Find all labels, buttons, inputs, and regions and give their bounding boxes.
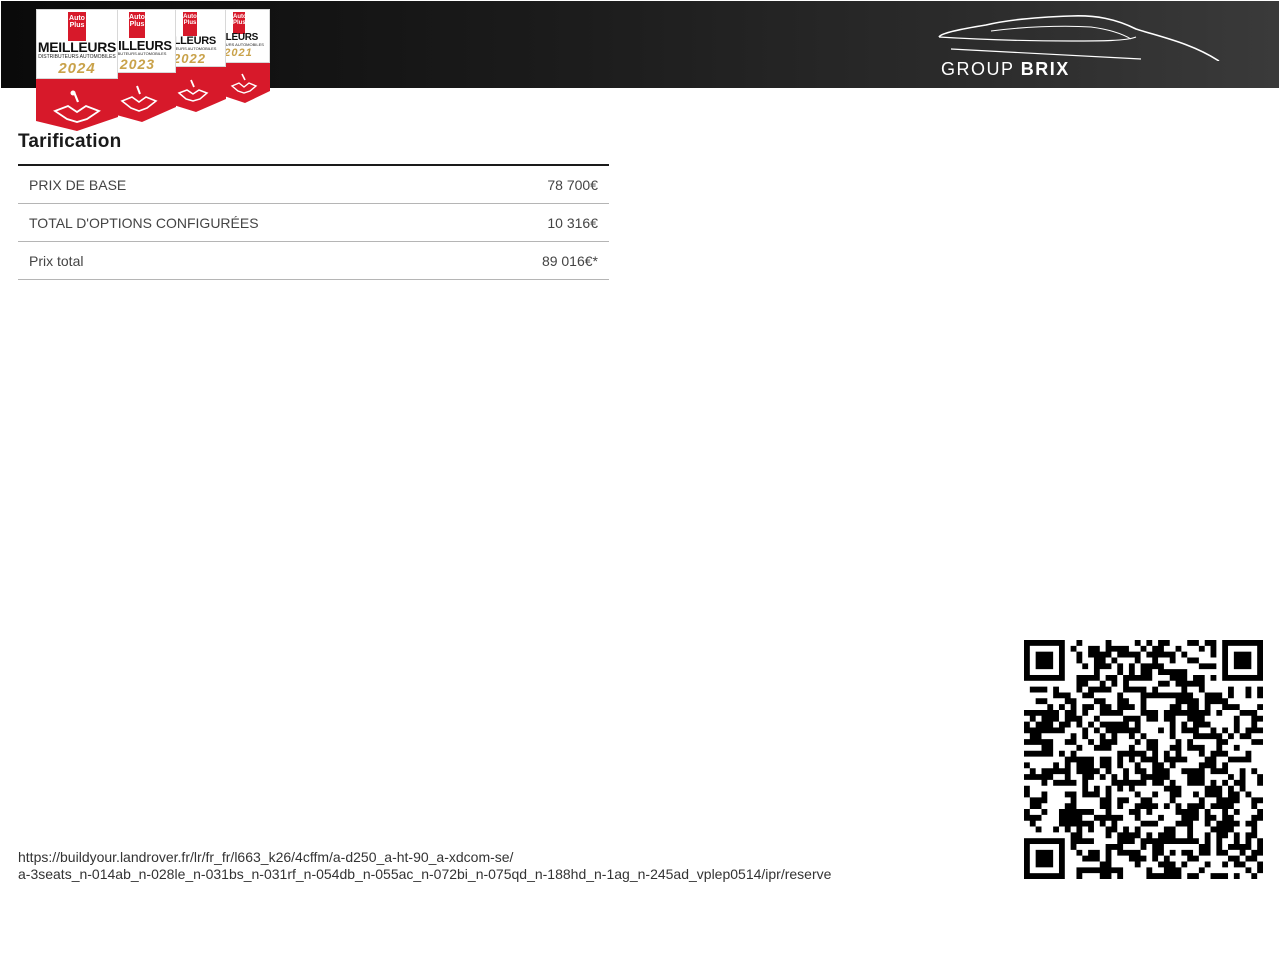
price-value: 10 316€ [469, 203, 609, 242]
badge-year: 2021 [224, 47, 253, 59]
url-line-2[interactable]: a-3seats_n-014ab_n-028le_n-031bs_n-031rf… [18, 866, 831, 883]
badge-brand-line2: Plus [183, 20, 197, 26]
configuration-url[interactable]: https://buildyour.landrover.fr/lr/fr_fr/… [18, 849, 831, 883]
badge-brand-line2: Plus [233, 20, 246, 26]
table-row: Prix total 89 016€* [18, 241, 609, 280]
header-banner: AutoPlus MEILLEURS DISTRIBUTEURS AUTOMOB… [1, 1, 1279, 131]
price-label: TOTAL D'OPTIONS CONFIGURÉES [18, 203, 470, 242]
logo-text-bold: BRIX [1020, 59, 1070, 79]
pricing-table: PRIX DE BASE 78 700€ TOTAL D'OPTIONS CON… [18, 164, 609, 280]
badge-brand-line1: Auto [69, 15, 85, 22]
badge-brand-line1: Auto [129, 14, 145, 21]
badge-brand-line2: Plus [69, 22, 85, 29]
qr-code [1024, 640, 1263, 879]
url-line-1[interactable]: https://buildyour.landrover.fr/lr/fr_fr/… [18, 849, 831, 866]
price-value: 78 700€ [469, 165, 609, 204]
badge-year: 2023 [119, 56, 156, 72]
award-badge-2023: AutoPlus MEILLEURS DISTRIBUTEURS AUTOMOB… [109, 9, 176, 123]
table-row: PRIX DE BASE 78 700€ [18, 165, 609, 204]
handshake-icon [230, 73, 258, 94]
group-brix-logo: GROUP BRIX [931, 11, 1226, 83]
handshake-icon [177, 79, 209, 102]
logo-text: GROUP BRIX [941, 59, 1070, 80]
handshake-icon [53, 90, 101, 123]
table-row: TOTAL D'OPTIONS CONFIGURÉES 10 316€ [18, 203, 609, 242]
award-badge-2021: AutoPlus MEILLEURS DISTRIBUTEURS AUTOMOB… [221, 9, 270, 104]
car-silhouette-icon [938, 15, 1220, 61]
pricing-title: Tarification [18, 131, 122, 152]
price-value: 89 016€* [469, 241, 609, 280]
badge-brand-line2: Plus [129, 21, 145, 28]
award-badge-2024: Auto Plus MEILLEURS DISTRIBUTEURS AUTOMOB… [36, 9, 118, 132]
qr-finder-pattern [1024, 640, 1065, 681]
price-label: Prix total [18, 241, 470, 280]
price-label: PRIX DE BASE [18, 165, 470, 204]
qr-finder-pattern [1222, 640, 1263, 681]
logo-text-regular: GROUP [941, 59, 1015, 79]
badge-title: MEILLEURS [37, 39, 117, 55]
handshake-icon [120, 85, 158, 112]
badge-year: 2024 [58, 60, 96, 77]
qr-finder-pattern [1024, 838, 1065, 879]
award-badges: AutoPlus MEILLEURS DISTRIBUTEURS AUTOMOB… [31, 7, 281, 137]
